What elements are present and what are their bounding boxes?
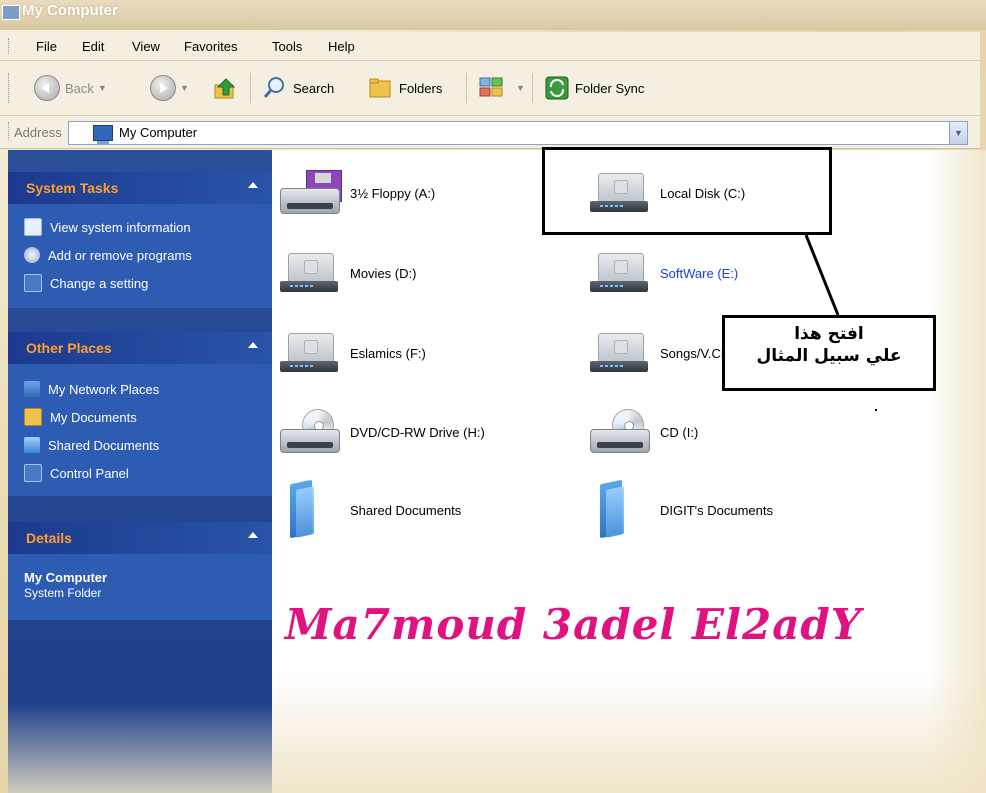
stray-dot	[875, 409, 877, 411]
annotation-callout: افتح هذا علي سبيل المثال	[722, 315, 936, 391]
callout-pointer-line	[804, 234, 840, 316]
annotation-line-1: افتح هذا	[794, 324, 864, 344]
annotation-line-2: علي سبيل المثال	[756, 346, 902, 366]
author-watermark: Ma7moud 3adel El2adY	[285, 600, 862, 649]
